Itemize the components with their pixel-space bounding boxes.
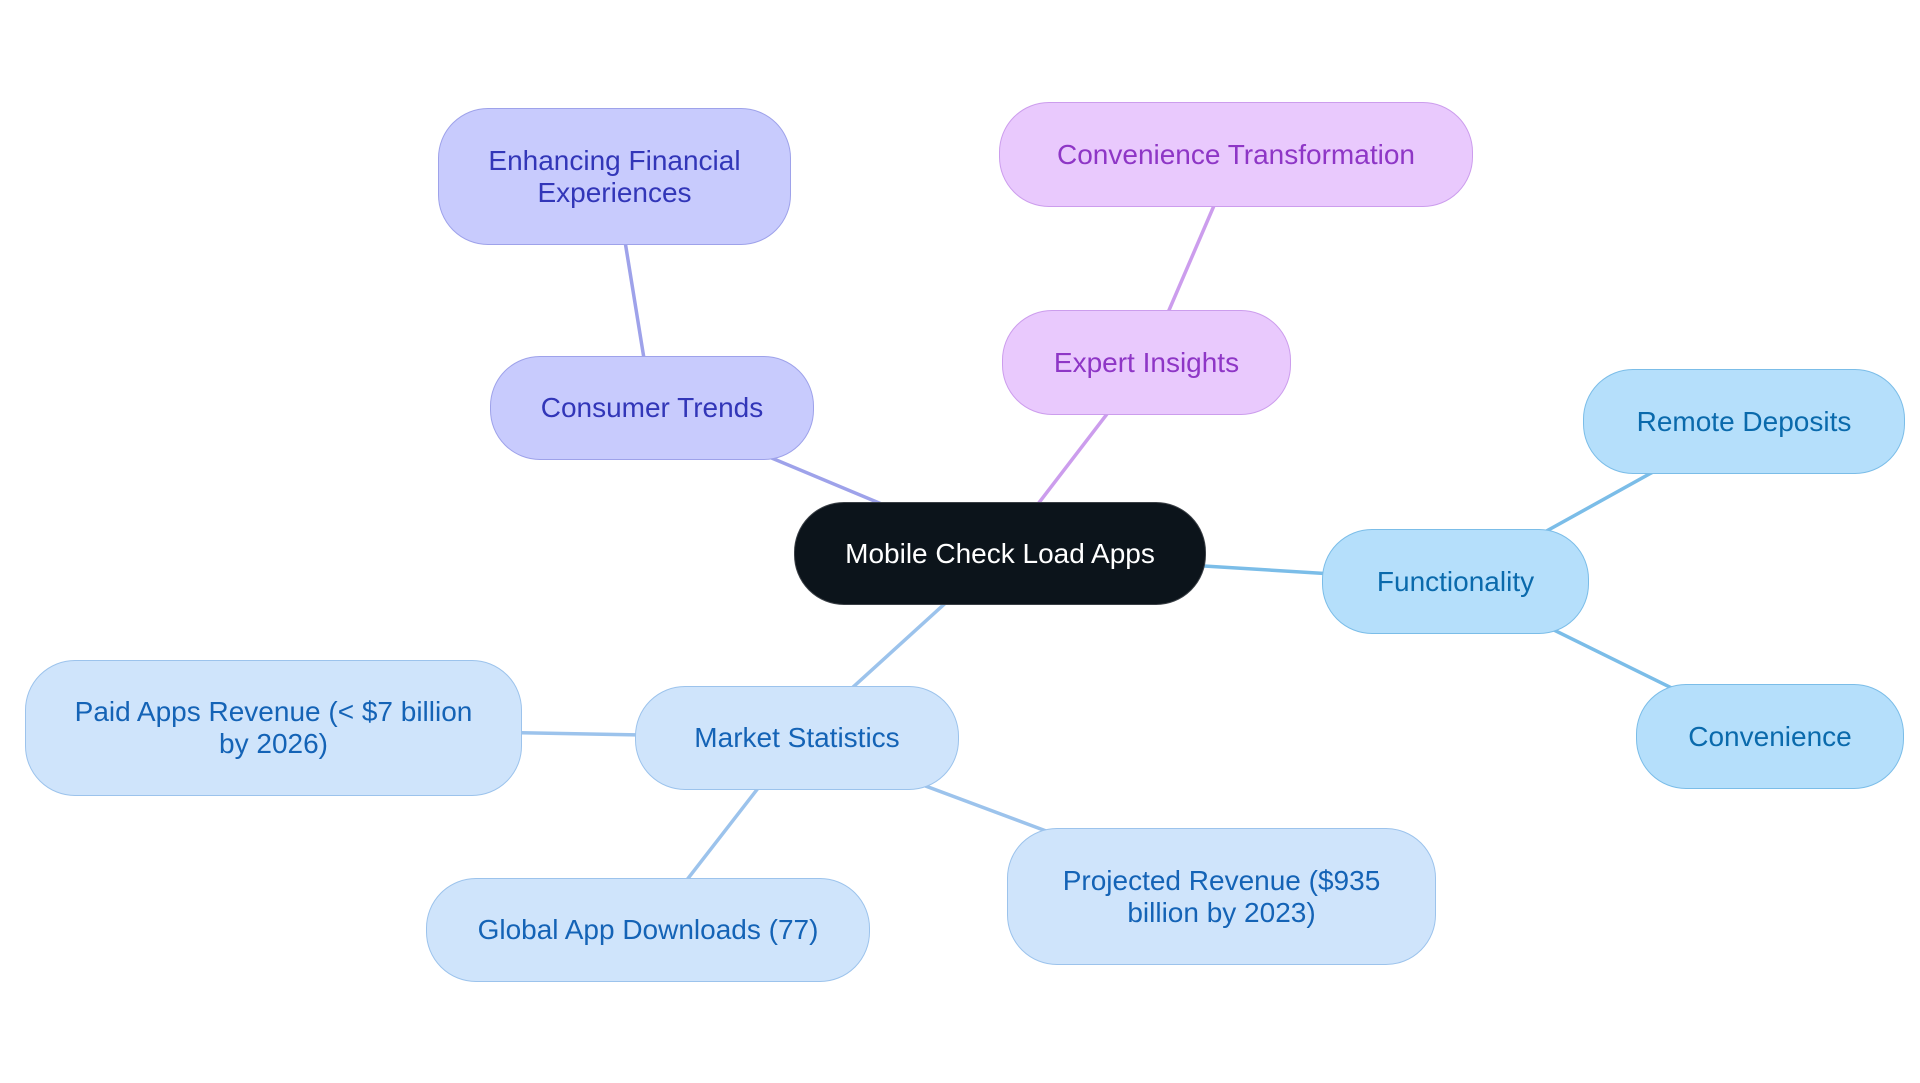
- node-remote-deposits[interactable]: Remote Deposits: [1583, 369, 1905, 474]
- node-label: Market Statistics: [694, 722, 900, 753]
- node-label: Functionality: [1376, 565, 1535, 597]
- node-convenience-transformation[interactable]: Convenience Transformation: [999, 102, 1473, 207]
- node-global-app-downloads[interactable]: Global App Downloads (77): [426, 878, 870, 982]
- node-label: Expert Insights: [1053, 346, 1240, 378]
- node-label: Convenience Transformation: [1057, 138, 1415, 170]
- node-consumer-trends[interactable]: Consumer Trends: [490, 356, 814, 460]
- node-projected-revenue[interactable]: Projected Revenue ($935 billion by 2023): [1007, 828, 1436, 965]
- node-functionality[interactable]: Functionality: [1322, 529, 1589, 634]
- node-label: Remote Deposits: [1636, 405, 1852, 437]
- node-paid-apps-revenue[interactable]: Paid Apps Revenue (< $7 billion by 2026): [25, 660, 522, 796]
- node-root[interactable]: Mobile Check Load Apps: [794, 502, 1206, 605]
- node-market-statistics[interactable]: Market Statistics: [635, 686, 959, 790]
- node-label: Consumer Trends: [540, 392, 764, 423]
- node-label: Enhancing Financial Experiences: [488, 144, 741, 208]
- node-expert-insights[interactable]: Expert Insights: [1002, 310, 1291, 415]
- node-label: Projected Revenue ($935 billion by 2023): [1062, 864, 1381, 928]
- node-label: Global App Downloads (77): [477, 914, 819, 945]
- node-label: Paid Apps Revenue (< $7 billion by 2026): [74, 696, 473, 759]
- node-convenience[interactable]: Convenience: [1636, 684, 1904, 789]
- node-label: Convenience: [1688, 720, 1852, 752]
- node-enhancing-financial-experiences[interactable]: Enhancing Financial Experiences: [438, 108, 791, 245]
- node-label: Mobile Check Load Apps: [845, 537, 1155, 569]
